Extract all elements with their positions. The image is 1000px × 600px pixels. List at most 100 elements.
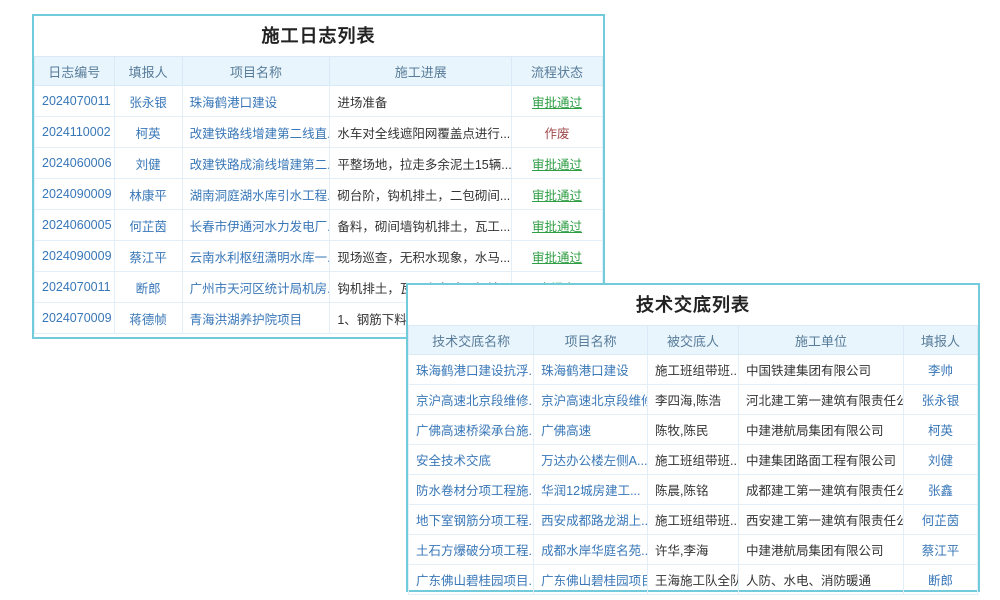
log-id-cell[interactable]: 2024090009: [35, 179, 115, 210]
project-name-cell[interactable]: 湖南洞庭湖水库引水工程...: [182, 179, 330, 210]
progress-cell: 现场巡查，无积水现象，水马...: [330, 241, 512, 272]
briefed-person-cell: 施工班组带班...: [647, 445, 738, 475]
project-name-cell[interactable]: 广东佛山碧桂园项目: [534, 565, 648, 595]
reporter-cell[interactable]: 柯英: [114, 117, 182, 148]
tech-disclosure-table-head: 技术交底名称项目名称被交底人施工单位填报人: [409, 326, 978, 355]
reporter-cell[interactable]: 张鑫: [904, 475, 978, 505]
column-header-briefed-person: 被交底人: [647, 326, 738, 355]
briefed-person-cell: 陈牧,陈民: [647, 415, 738, 445]
table-row: 广佛高速桥梁承台施...广佛高速陈牧,陈民中建港航局集团有限公司柯英: [409, 415, 978, 445]
reporter-cell[interactable]: 张永银: [904, 385, 978, 415]
reporter-cell[interactable]: 刘健: [904, 445, 978, 475]
reporter-cell[interactable]: 断郎: [904, 565, 978, 595]
construction-log-table-head: 日志编号填报人项目名称施工进展流程状态: [35, 57, 603, 86]
table-row: 广东佛山碧桂园项目...广东佛山碧桂园项目王海施工队全队人防、水电、消防暖通断郎: [409, 565, 978, 595]
reporter-cell[interactable]: 林康平: [114, 179, 182, 210]
construction-unit-cell: 中国铁建集团有限公司: [739, 355, 904, 385]
disclosure-name-cell[interactable]: 广东佛山碧桂园项目...: [409, 565, 534, 595]
column-header-disclosure-name: 技术交底名称: [409, 326, 534, 355]
reporter-cell[interactable]: 蔡江平: [904, 535, 978, 565]
column-header-reporter: 填报人: [904, 326, 978, 355]
briefed-person-cell: 施工班组带班...: [647, 355, 738, 385]
column-header-project-name: 项目名称: [534, 326, 648, 355]
table-row: 土石方爆破分项工程...成都水岸华庭名苑...许华,李海中建港航局集团有限公司蔡…: [409, 535, 978, 565]
column-header-project-name: 项目名称: [182, 57, 330, 86]
reporter-cell[interactable]: 何芷茵: [114, 210, 182, 241]
construction-log-title: 施工日志列表: [34, 16, 603, 56]
briefed-person-cell: 施工班组带班...: [647, 505, 738, 535]
status-cell[interactable]: 审批通过: [512, 179, 603, 210]
disclosure-name-cell[interactable]: 地下室钢筋分项工程...: [409, 505, 534, 535]
table-row: 2024060006刘健改建铁路成渝线增建第二...平整场地，拉走多余泥土15辆…: [35, 148, 603, 179]
progress-cell: 进场准备: [330, 86, 512, 117]
status-cell[interactable]: 作废: [512, 117, 603, 148]
column-header-log-id: 日志编号: [35, 57, 115, 86]
table-row: 2024110002柯英改建铁路线增建第二线直...水车对全线遮阳网覆盖点进行.…: [35, 117, 603, 148]
table-row: 防水卷材分项工程施...华润12城房建工...陈晨,陈铭成都建工第一建筑有限责任…: [409, 475, 978, 505]
construction-unit-cell: 中建港航局集团有限公司: [739, 415, 904, 445]
project-name-cell[interactable]: 华润12城房建工...: [534, 475, 648, 505]
disclosure-name-cell[interactable]: 安全技术交底: [409, 445, 534, 475]
disclosure-name-cell[interactable]: 广佛高速桥梁承台施...: [409, 415, 534, 445]
table-header-row: 日志编号填报人项目名称施工进展流程状态: [35, 57, 603, 86]
disclosure-name-cell[interactable]: 珠海鹤港口建设抗浮...: [409, 355, 534, 385]
log-id-cell[interactable]: 2024060006: [35, 148, 115, 179]
project-name-cell[interactable]: 青海洪湖养护院项目: [182, 303, 330, 334]
reporter-cell[interactable]: 何芷茵: [904, 505, 978, 535]
tech-disclosure-table: 技术交底名称项目名称被交底人施工单位填报人 珠海鹤港口建设抗浮...珠海鹤港口建…: [408, 325, 978, 595]
status-cell[interactable]: 审批通过: [512, 86, 603, 117]
table-row: 2024070011张永银珠海鹤港口建设进场准备审批通过: [35, 86, 603, 117]
column-header-progress: 施工进展: [330, 57, 512, 86]
construction-unit-cell: 中建港航局集团有限公司: [739, 535, 904, 565]
reporter-cell[interactable]: 蒋德帧: [114, 303, 182, 334]
project-name-cell[interactable]: 万达办公楼左侧A...: [534, 445, 648, 475]
construction-unit-cell: 西安建工第一建筑有限责任公司: [739, 505, 904, 535]
reporter-cell[interactable]: 张永银: [114, 86, 182, 117]
progress-cell: 备料，砌间墙钩机排土，瓦工...: [330, 210, 512, 241]
construction-unit-cell: 成都建工第一建筑有限责任公司: [739, 475, 904, 505]
disclosure-name-cell[interactable]: 防水卷材分项工程施...: [409, 475, 534, 505]
project-name-cell[interactable]: 云南水利枢纽潇明水库一...: [182, 241, 330, 272]
project-name-cell[interactable]: 珠海鹤港口建设: [534, 355, 648, 385]
project-name-cell[interactable]: 长春市伊通河水力发电厂...: [182, 210, 330, 241]
project-name-cell[interactable]: 珠海鹤港口建设: [182, 86, 330, 117]
table-row: 地下室钢筋分项工程...西安成都路龙湖上...施工班组带班...西安建工第一建筑…: [409, 505, 978, 535]
project-name-cell[interactable]: 西安成都路龙湖上...: [534, 505, 648, 535]
construction-unit-cell: 河北建工第一建筑有限责任公司: [739, 385, 904, 415]
reporter-cell[interactable]: 刘健: [114, 148, 182, 179]
disclosure-name-cell[interactable]: 京沪高速北京段维修...: [409, 385, 534, 415]
table-row: 2024090009蔡江平云南水利枢纽潇明水库一...现场巡查，无积水现象，水马…: [35, 241, 603, 272]
progress-cell: 水车对全线遮阳网覆盖点进行...: [330, 117, 512, 148]
status-cell[interactable]: 审批通过: [512, 148, 603, 179]
reporter-cell[interactable]: 李帅: [904, 355, 978, 385]
project-name-cell[interactable]: 京沪高速北京段维修: [534, 385, 648, 415]
disclosure-name-cell[interactable]: 土石方爆破分项工程...: [409, 535, 534, 565]
reporter-cell[interactable]: 柯英: [904, 415, 978, 445]
progress-cell: 平整场地，拉走多余泥土15辆...: [330, 148, 512, 179]
tech-disclosure-panel: 技术交底列表 技术交底名称项目名称被交底人施工单位填报人 珠海鹤港口建设抗浮..…: [406, 283, 980, 592]
briefed-person-cell: 陈晨,陈铭: [647, 475, 738, 505]
status-cell[interactable]: 审批通过: [512, 241, 603, 272]
briefed-person-cell: 王海施工队全队: [647, 565, 738, 595]
table-row: 2024090009林康平湖南洞庭湖水库引水工程...砌台阶，钩机排土，二包砌间…: [35, 179, 603, 210]
briefed-person-cell: 许华,李海: [647, 535, 738, 565]
tech-disclosure-table-body: 珠海鹤港口建设抗浮...珠海鹤港口建设施工班组带班...中国铁建集团有限公司李帅…: [409, 355, 978, 595]
reporter-cell[interactable]: 断郎: [114, 272, 182, 303]
log-id-cell[interactable]: 2024070011: [35, 272, 115, 303]
log-id-cell[interactable]: 2024110002: [35, 117, 115, 148]
reporter-cell[interactable]: 蔡江平: [114, 241, 182, 272]
project-name-cell[interactable]: 改建铁路线增建第二线直...: [182, 117, 330, 148]
table-row: 京沪高速北京段维修...京沪高速北京段维修李四海,陈浩河北建工第一建筑有限责任公…: [409, 385, 978, 415]
log-id-cell[interactable]: 2024070011: [35, 86, 115, 117]
log-id-cell[interactable]: 2024070009: [35, 303, 115, 334]
project-name-cell[interactable]: 成都水岸华庭名苑...: [534, 535, 648, 565]
project-name-cell[interactable]: 改建铁路成渝线增建第二...: [182, 148, 330, 179]
status-cell[interactable]: 审批通过: [512, 210, 603, 241]
project-name-cell[interactable]: 广州市天河区统计局机房...: [182, 272, 330, 303]
table-row: 2024060005何芷茵长春市伊通河水力发电厂...备料，砌间墙钩机排土，瓦工…: [35, 210, 603, 241]
log-id-cell[interactable]: 2024060005: [35, 210, 115, 241]
tech-disclosure-title: 技术交底列表: [408, 285, 978, 325]
log-id-cell[interactable]: 2024090009: [35, 241, 115, 272]
project-name-cell[interactable]: 广佛高速: [534, 415, 648, 445]
table-row: 珠海鹤港口建设抗浮...珠海鹤港口建设施工班组带班...中国铁建集团有限公司李帅: [409, 355, 978, 385]
